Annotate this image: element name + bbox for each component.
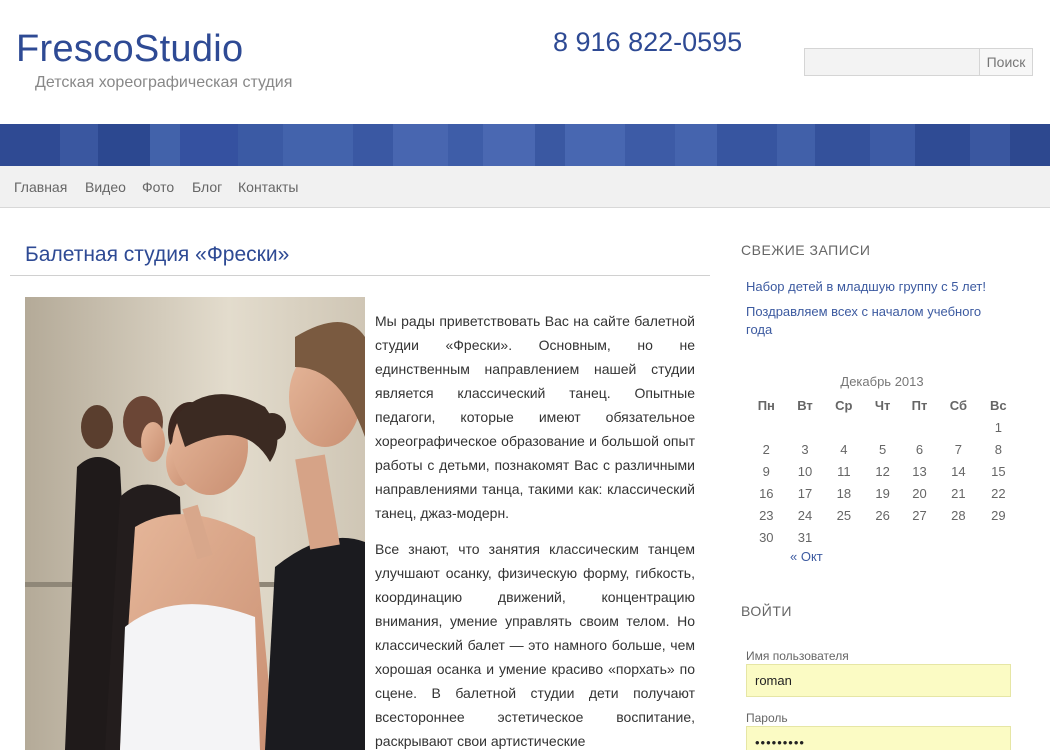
calendar-day: 17 <box>797 485 813 501</box>
post-content: Мы рады приветствовать Вас на сайте бале… <box>375 309 695 750</box>
recent-posts-title: СВЕЖИЕ ЗАПИСИ <box>741 242 871 258</box>
phone-number: 8 916 822-0595 <box>553 27 743 57</box>
recent-post-link[interactable]: Поздравляем всех с началом учебного года <box>746 303 996 339</box>
calendar-day: 11 <box>837 463 851 479</box>
calendar-day: 31 <box>797 529 813 545</box>
calendar-day <box>979 526 1018 548</box>
calendar-day <box>746 416 787 438</box>
calendar-weekday: Вт <box>797 397 813 413</box>
calendar-day <box>938 526 979 548</box>
site-description: Детская хореографическая студия <box>35 74 293 91</box>
calendar-day: 27 <box>912 507 927 523</box>
calendar-day: 30 <box>759 529 774 545</box>
search-button[interactable]: Поиск <box>979 48 1033 76</box>
username-label: Имя пользователя <box>746 649 849 663</box>
password-field[interactable] <box>746 726 1011 750</box>
calendar-weekday: Ср <box>835 397 853 413</box>
calendar-day <box>823 526 864 548</box>
calendar-caption: Декабрь 2013 <box>840 374 924 389</box>
calendar-day: 19 <box>875 485 890 501</box>
calendar-week: 1 <box>746 416 1018 438</box>
calendar-day: 5 <box>879 441 887 457</box>
calendar-day: 25 <box>836 507 852 523</box>
username-field[interactable] <box>746 664 1011 697</box>
calendar-weekday: Вс <box>990 397 1007 413</box>
calendar-day: 6 <box>915 441 924 457</box>
calendar-day: 18 <box>836 485 852 501</box>
post-title[interactable]: Балетная студия «Фрески» <box>25 243 289 267</box>
login-title: ВОЙТИ <box>741 603 792 619</box>
calendar-day <box>787 416 824 438</box>
calendar-day <box>864 526 901 548</box>
ballet-students-photo <box>25 297 365 750</box>
calendar-day: 8 <box>994 441 1002 457</box>
calendar-day: 2 <box>762 441 770 457</box>
calendar-weekday: Сб <box>949 397 967 413</box>
calendar-weekday: Пт <box>911 397 928 413</box>
calendar-week: 9 10 11 12 13 14 15 <box>746 460 1018 482</box>
password-label: Пароль <box>746 711 788 725</box>
post-paragraph: Все знают, что занятия классическим танц… <box>375 541 695 749</box>
calendar-day: 16 <box>759 485 774 501</box>
nav-item-contacts[interactable]: Контакты <box>238 179 298 195</box>
nav-item-home[interactable]: Главная <box>14 179 67 195</box>
calendar-day: 23 <box>759 507 774 523</box>
calendar-day <box>901 416 938 438</box>
calendar-day: 26 <box>875 507 890 523</box>
calendar-day: 15 <box>991 463 1006 479</box>
calendar-day: 24 <box>797 507 813 523</box>
calendar-prev-month-link[interactable]: « Окт <box>790 549 823 564</box>
calendar-day: 14 <box>951 463 966 479</box>
calendar-day: 21 <box>951 485 966 501</box>
calendar-week: 16 17 18 19 20 21 22 <box>746 482 1018 504</box>
calendar-day: 1 <box>994 419 1002 435</box>
calendar-day <box>864 416 901 438</box>
calendar-day: 13 <box>912 463 927 479</box>
calendar-day <box>901 526 938 548</box>
post-paragraph: Мы рады приветствовать Вас на сайте бале… <box>375 313 695 521</box>
nav-item-video[interactable]: Видео <box>85 179 126 195</box>
site-title[interactable]: FrescoStudio <box>16 28 243 71</box>
nav-item-photo[interactable]: Фото <box>142 179 174 195</box>
nav-item-blog[interactable]: Блог <box>192 179 222 195</box>
calendar-weekday: Пн <box>757 397 775 413</box>
calendar-day: 9 <box>762 463 770 479</box>
calendar-weekday: Чт <box>874 397 891 413</box>
recent-post-link[interactable]: Набор детей в младшую группу с 5 лет! <box>746 278 996 296</box>
calendar-day: 29 <box>991 507 1006 523</box>
calendar-day: 7 <box>954 441 962 457</box>
calendar-day: 3 <box>801 441 809 457</box>
search-input[interactable] <box>804 48 980 76</box>
calendar-week: 23 24 25 26 27 28 29 <box>746 504 1018 526</box>
calendar-week: 2 3 4 5 6 7 8 <box>746 438 1018 460</box>
calendar-day: 22 <box>991 485 1006 501</box>
calendar-day: 10 <box>797 463 813 479</box>
main-navigation: Главная Видео Фото Блог Контакты <box>0 166 1050 208</box>
calendar-day: 12 <box>875 463 890 479</box>
site-header: FrescoStudio Детская хореографическая ст… <box>0 0 1050 124</box>
calendar-day <box>823 416 864 438</box>
calendar-day: 20 <box>912 485 927 501</box>
title-divider <box>10 275 710 276</box>
calendar-day: 4 <box>840 441 848 457</box>
calendar-day: 28 <box>951 507 966 523</box>
header-banner-stripe <box>0 124 1050 166</box>
calendar-table: Пн Вт Ср Чт Пт Сб Вс 1 2 3 4 5 6 7 8 9 1… <box>746 394 1018 548</box>
calendar-week: 30 31 <box>746 526 1018 548</box>
calendar-day <box>938 416 979 438</box>
